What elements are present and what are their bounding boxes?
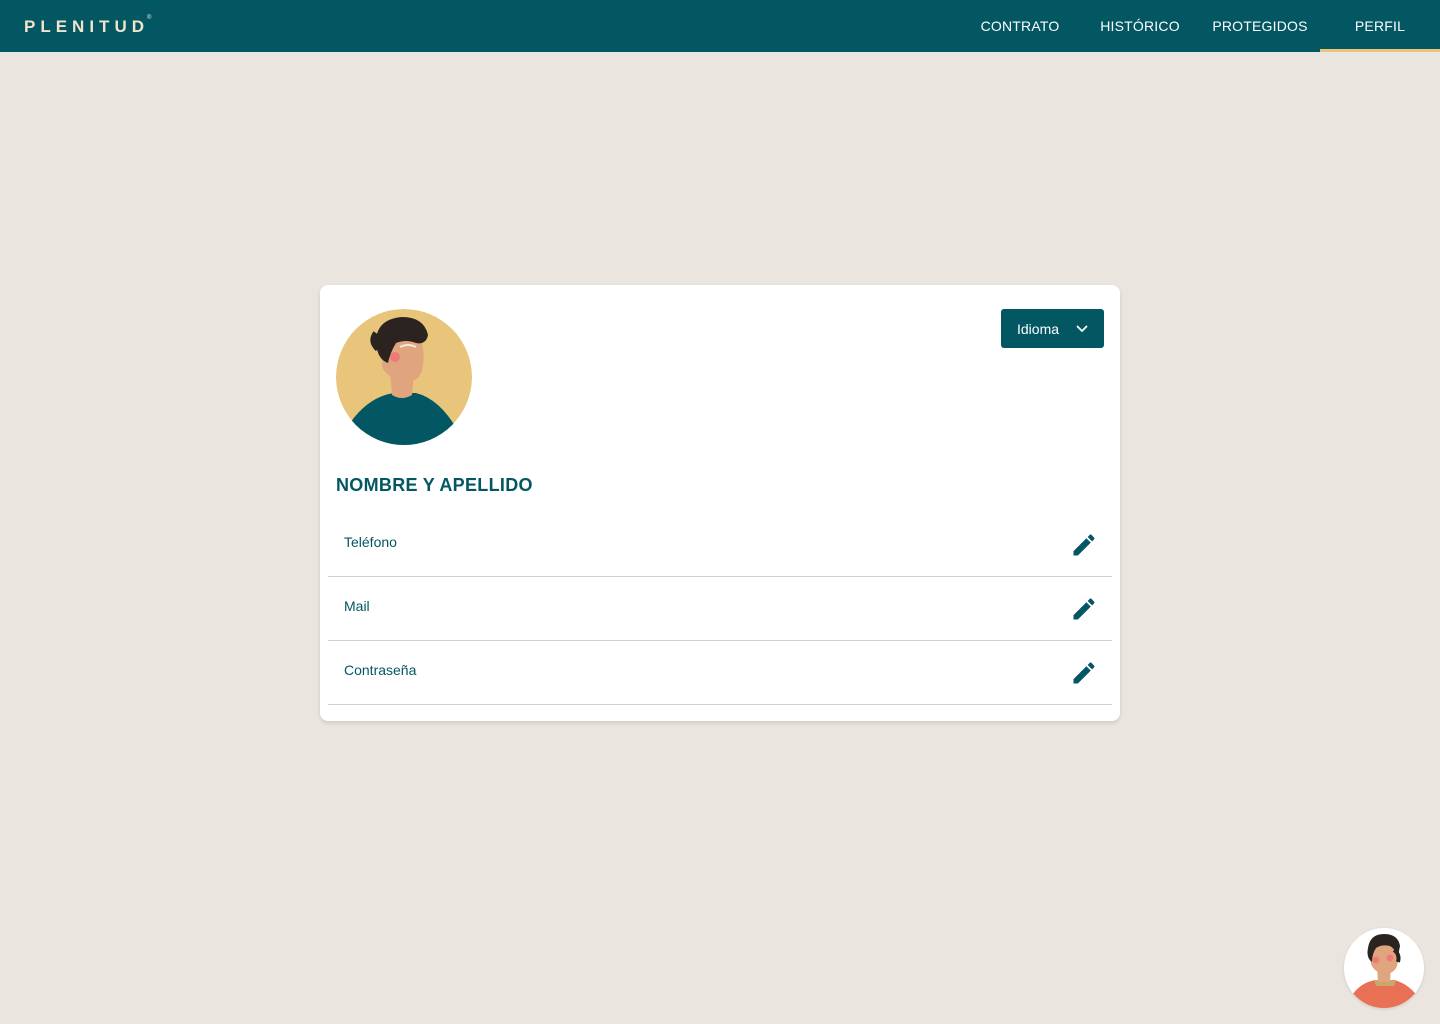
profile-field-mail: Mail [328,577,1112,641]
field-label: Mail [344,598,370,614]
language-dropdown-button[interactable]: Idioma [1001,309,1104,348]
nav-item-label: HISTÓRICO [1100,18,1180,34]
nav-item-protegidos[interactable]: PROTEGIDOS [1200,0,1320,52]
field-label: Teléfono [344,534,397,550]
profile-field-contrasena: Contraseña [328,641,1112,705]
user-full-name: NOMBRE Y APELLIDO [336,475,533,495]
field-label: Contraseña [344,662,417,678]
main-nav: CONTRATO HISTÓRICO PROTEGIDOS PERFIL [960,0,1440,52]
plenitud-logo[interactable]: PLENITUD ® [24,15,152,38]
assistant-avatar-button[interactable] [1344,928,1424,1008]
nav-item-label: PERFIL [1354,18,1406,34]
profile-card: Idioma NOMBRE Y APELLIDO Teléfono Mail C… [320,285,1120,721]
language-button-label: Idioma [1017,320,1060,337]
nav-item-contrato[interactable]: CONTRATO [960,0,1080,52]
nav-item-label: PROTEGIDOS [1212,18,1308,34]
logo-text: PLENITUD [24,17,149,36]
pencil-icon[interactable] [1070,531,1098,559]
user-avatar [336,309,472,445]
registered-mark: ® [147,15,152,21]
nav-item-historico[interactable]: HISTÓRICO [1080,0,1200,52]
chevron-down-icon [1076,322,1088,338]
pencil-icon[interactable] [1070,595,1098,623]
profile-field-telefono: Teléfono [328,513,1112,577]
top-navigation-bar: PLENITUD ® CONTRATO HISTÓRICO PROTEGIDOS… [0,0,1440,52]
pencil-icon[interactable] [1070,659,1098,687]
nav-item-perfil[interactable]: PERFIL [1320,0,1440,52]
nav-item-label: CONTRATO [980,18,1060,34]
